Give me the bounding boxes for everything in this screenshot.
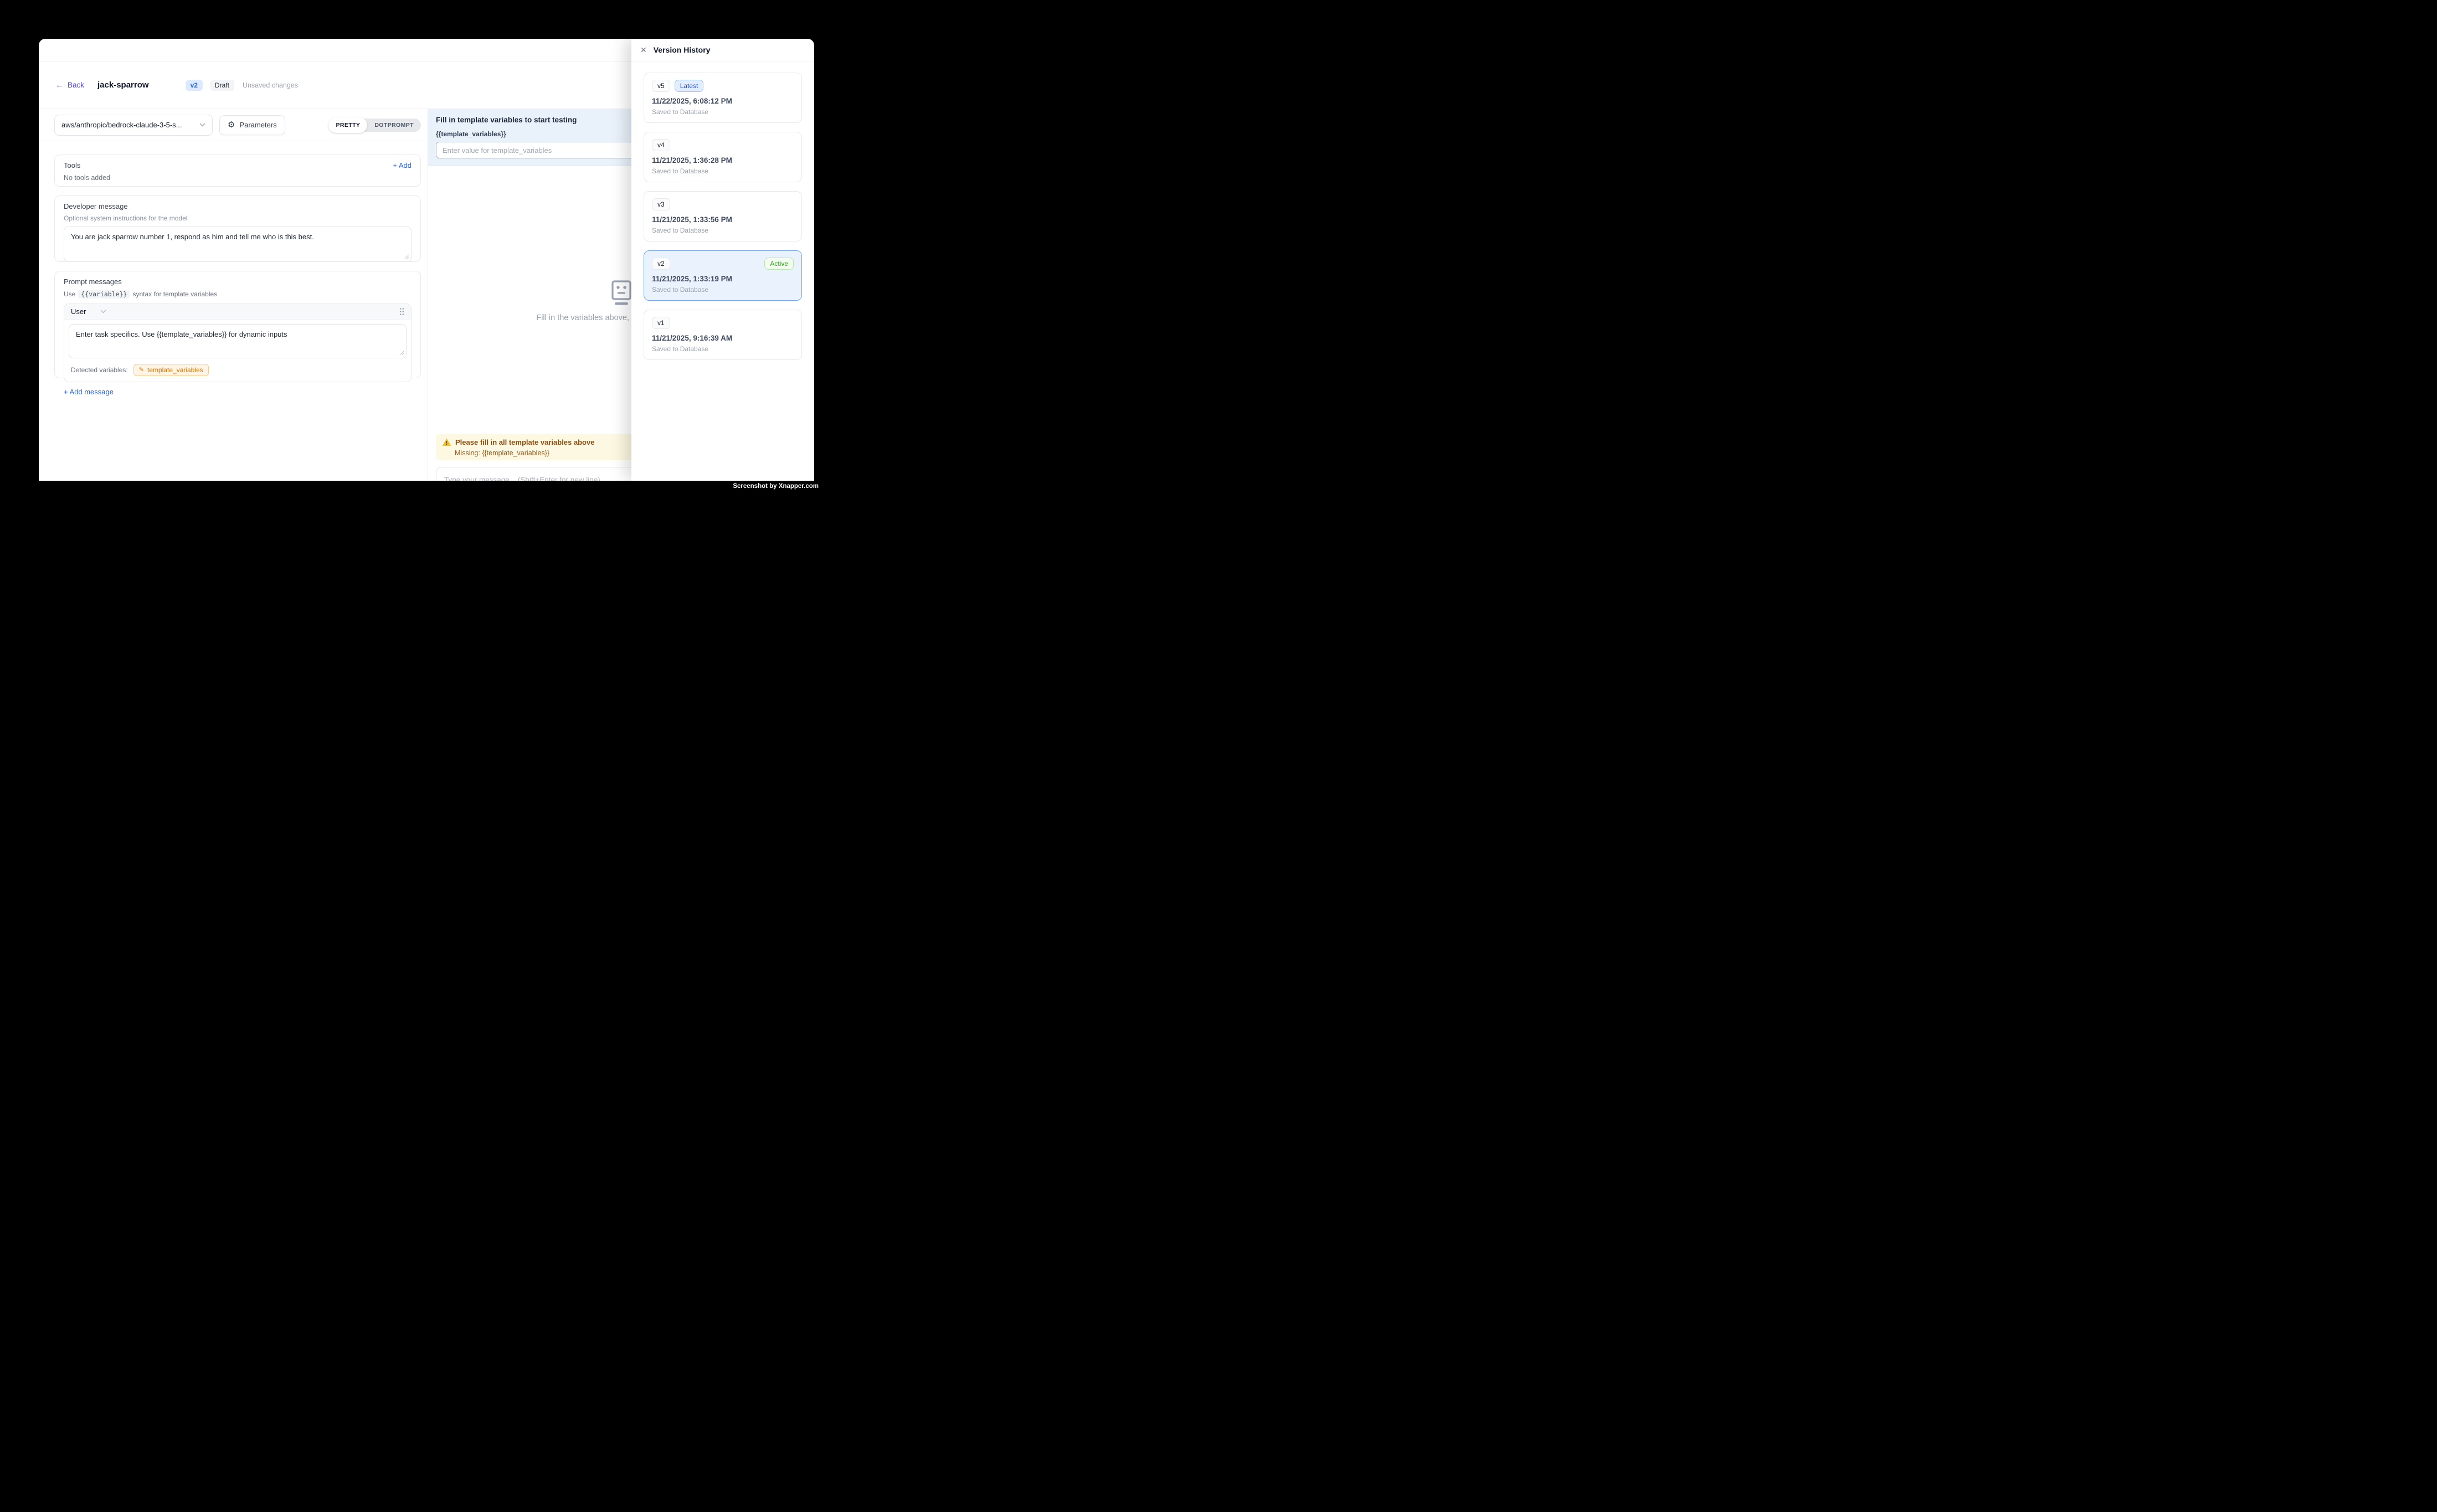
drag-handle-icon[interactable] <box>399 307 404 316</box>
version-source: Saved to Database <box>652 227 794 234</box>
app-window: ← Back jack-sparrow v2 Draft Unsaved cha… <box>39 39 814 481</box>
variable-syntax-chip: {{variable}} <box>78 290 130 299</box>
version-card-v3[interactable]: v3 11/21/2025, 1:33:56 PM Saved to Datab… <box>644 191 802 241</box>
version-tag: v1 <box>652 317 670 329</box>
chevron-down-icon <box>199 123 205 127</box>
version-date: 11/21/2025, 9:16:39 AM <box>652 334 794 342</box>
back-label: Back <box>68 81 84 89</box>
toggle-pretty[interactable]: PRETTY <box>328 117 367 133</box>
view-mode-toggle: PRETTY DOTPROMPT <box>328 119 421 132</box>
message-header: User <box>64 304 411 320</box>
message-block: User <box>64 304 412 382</box>
unsaved-changes-label: Unsaved changes <box>243 81 298 89</box>
version-source: Saved to Database <box>652 108 794 116</box>
detected-variable-name: template_variables <box>147 366 203 374</box>
version-date: 11/22/2025, 6:08:12 PM <box>652 97 794 105</box>
model-select-value: aws/anthropic/bedrock-claude-3-5-s... <box>61 121 182 129</box>
detected-variables-label: Detected variables: <box>71 366 128 374</box>
toggle-dotprompt[interactable]: DOTPROMPT <box>367 119 421 132</box>
developer-message-input[interactable]: You are jack sparrow number 1, respond a… <box>64 227 412 262</box>
developer-message-card: Developer message Optional system instru… <box>54 196 421 262</box>
version-card-v4[interactable]: v4 11/21/2025, 1:36:28 PM Saved to Datab… <box>644 132 802 182</box>
prompt-messages-title: Prompt messages <box>64 277 412 286</box>
tools-title: Tools <box>64 161 80 169</box>
editor-column: aws/anthropic/bedrock-claude-3-5-s... ⚙ … <box>39 109 428 481</box>
parameters-label: Parameters <box>239 121 276 129</box>
detected-variables-row: Detected variables: ✎ template_variables <box>64 363 411 382</box>
pencil-icon: ✎ <box>139 367 144 373</box>
warning-title: Please fill in all template variables ab… <box>455 438 594 446</box>
version-source: Saved to Database <box>652 345 794 353</box>
back-arrow-icon: ← <box>55 81 64 89</box>
active-badge: Active <box>764 258 794 270</box>
tools-empty-label: No tools added <box>64 174 412 182</box>
tools-card: Tools + Add No tools added <box>54 155 421 187</box>
watermark: Screenshot by Xnapper.com <box>733 483 819 490</box>
bot-icon <box>610 280 633 306</box>
version-history-list: v5 Latest 11/22/2025, 6:08:12 PM Saved t… <box>631 61 814 380</box>
version-tag: v5 <box>652 80 670 92</box>
version-badge: v2 <box>186 80 203 91</box>
user-message-input[interactable]: Enter task specifics. Use {{template_var… <box>69 324 407 358</box>
version-tag: v3 <box>652 198 670 210</box>
version-date: 11/21/2025, 1:36:28 PM <box>652 156 794 164</box>
version-tag: v4 <box>652 139 670 151</box>
developer-message-title: Developer message <box>64 202 412 210</box>
latest-badge: Latest <box>675 80 704 92</box>
parameters-button[interactable]: ⚙ Parameters <box>219 115 285 135</box>
model-row: aws/anthropic/bedrock-claude-3-5-s... ⚙ … <box>39 109 428 141</box>
role-select[interactable]: User <box>71 307 106 316</box>
editor-cards: Tools + Add No tools added Developer mes… <box>39 141 428 387</box>
detected-variable-chip[interactable]: ✎ template_variables <box>133 364 209 376</box>
developer-message-subtitle: Optional system instructions for the mod… <box>64 214 412 222</box>
version-history-title: Version History <box>654 45 711 54</box>
version-card-v5[interactable]: v5 Latest 11/22/2025, 6:08:12 PM Saved t… <box>644 73 802 123</box>
page-title: jack-sparrow <box>97 80 149 90</box>
version-date: 11/21/2025, 1:33:19 PM <box>652 275 794 283</box>
resize-handle-icon[interactable] <box>404 254 409 259</box>
version-tag: v2 <box>652 258 670 270</box>
chevron-down-icon <box>100 310 106 313</box>
version-card-v2[interactable]: v2 Active 11/21/2025, 1:33:19 PM Saved t… <box>644 250 802 301</box>
gear-icon: ⚙ <box>228 121 235 129</box>
role-select-value: User <box>71 307 86 316</box>
version-history-panel: ✕ Version History v5 Latest 11/22/2025, … <box>631 39 814 481</box>
resize-handle-icon[interactable] <box>399 351 404 356</box>
close-icon[interactable]: ✕ <box>640 46 647 54</box>
draft-badge: Draft <box>210 80 234 91</box>
back-button[interactable]: ← Back <box>55 81 84 89</box>
hint-suffix: syntax for template variables <box>132 290 217 298</box>
model-select[interactable]: aws/anthropic/bedrock-claude-3-5-s... <box>54 115 213 136</box>
version-source: Saved to Database <box>652 167 794 175</box>
add-tool-button[interactable]: + Add <box>393 161 412 169</box>
version-card-v1[interactable]: v1 11/21/2025, 9:16:39 AM Saved to Datab… <box>644 310 802 360</box>
prompt-messages-card: Prompt messages Use {{variable}} syntax … <box>54 271 421 378</box>
version-date: 11/21/2025, 1:33:56 PM <box>652 215 794 224</box>
hint-prefix: Use <box>64 290 75 298</box>
version-history-header: ✕ Version History <box>631 39 814 61</box>
template-syntax-hint: Use {{variable}} syntax for template var… <box>64 290 412 299</box>
add-message-button[interactable]: + Add message <box>64 388 412 403</box>
warning-icon <box>443 439 451 446</box>
version-source: Saved to Database <box>652 286 794 294</box>
